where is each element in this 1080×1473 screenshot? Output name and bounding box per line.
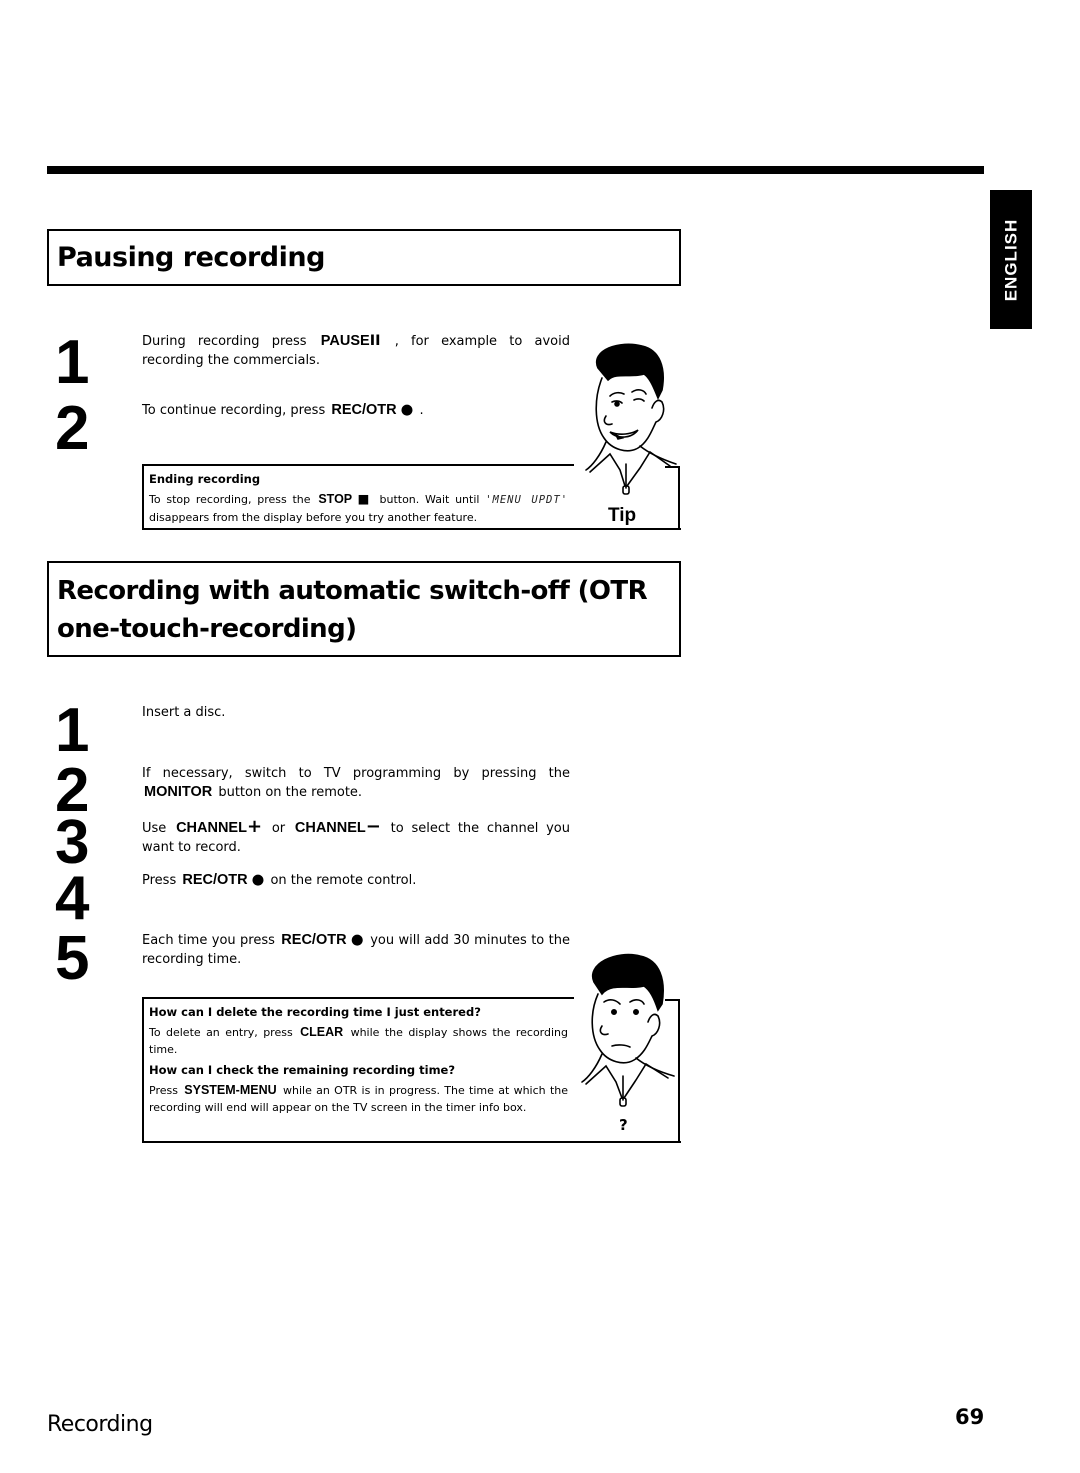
step-text: If necessary, switch to TV programming b… bbox=[142, 766, 570, 800]
faq-question: How can I delete the recording time I ju… bbox=[149, 1005, 481, 1019]
faq-box-bottom bbox=[574, 1141, 681, 1143]
section-heading-box: Pausing recording bbox=[47, 229, 681, 286]
step-text-pre: During recording press bbox=[142, 334, 307, 349]
key-channel-minus: CHANNEL− bbox=[294, 816, 381, 837]
key-monitor: MONITOR bbox=[144, 784, 213, 800]
faq-answer: Press SYSTEM-MENU while an OTR is in pro… bbox=[149, 1083, 569, 1114]
tip-label: Tip bbox=[608, 505, 637, 526]
section-title: Pausing recording bbox=[57, 242, 325, 273]
key-rec-otr: REC/OTR ● bbox=[281, 932, 364, 948]
puzzled-man-illustration bbox=[581, 953, 675, 1107]
language-label: ENGLISH bbox=[1001, 218, 1020, 301]
step-number: 2 bbox=[55, 394, 90, 463]
key-rec-otr: REC/OTR ● bbox=[331, 402, 414, 418]
question-mark-label: ? bbox=[619, 1116, 628, 1134]
footer-section-title: Recording bbox=[47, 1412, 153, 1437]
step-number: 5 bbox=[55, 924, 90, 993]
step-number: 4 bbox=[55, 864, 90, 933]
language-tab: ENGLISH bbox=[990, 190, 1032, 329]
display-text: 'MENU UPDT' bbox=[485, 494, 569, 506]
section-title: Recording with automatic switch-off (OTR… bbox=[57, 576, 648, 644]
step-text: Use CHANNEL+ or CHANNEL− to select the c… bbox=[142, 816, 571, 855]
step-text-post: . bbox=[419, 403, 424, 418]
tip-title: Ending recording bbox=[149, 472, 261, 486]
faq-answer: To delete an entry, press CLEAR while th… bbox=[149, 1025, 568, 1056]
tip-body: To stop recording, press the STOP ■ butt… bbox=[149, 491, 569, 524]
page-number: 69 bbox=[955, 1405, 985, 1429]
header-rule bbox=[47, 166, 984, 174]
step-text: Insert a disc. bbox=[142, 705, 226, 720]
tip-box: Ending recording To stop recording, pres… bbox=[142, 464, 574, 530]
step-number: 1 bbox=[55, 328, 90, 397]
key-pause: PAUSEII bbox=[320, 333, 381, 349]
key-rec-otr: REC/OTR ● bbox=[182, 872, 265, 888]
section-heading-box: Recording with automatic switch-off (OTR… bbox=[47, 561, 681, 657]
step-text-pre: To continue recording, press bbox=[142, 403, 326, 418]
step-text: During recording press PAUSEII , for exa… bbox=[142, 332, 570, 370]
step-text: To continue recording, press REC/OTR ● . bbox=[142, 401, 570, 420]
step-text: Each time you press REC/OTR ● you will a… bbox=[142, 932, 571, 967]
faq-question: How can I check the remaining recording … bbox=[149, 1063, 456, 1077]
key-channel-plus: CHANNEL+ bbox=[176, 816, 263, 837]
faq-box-right bbox=[678, 999, 680, 1143]
key-stop: STOP ■ bbox=[318, 491, 372, 506]
key-system-menu: SYSTEM-MENU bbox=[184, 1083, 277, 1097]
step-text: Press REC/OTR ● on the remote control. bbox=[142, 872, 417, 888]
key-clear: CLEAR bbox=[300, 1025, 344, 1039]
tip-box-bottom bbox=[574, 528, 681, 530]
smiling-man-illustration bbox=[585, 343, 677, 495]
faq-box: How can I delete the recording time I ju… bbox=[142, 997, 574, 1143]
step-number: 1 bbox=[55, 696, 90, 765]
